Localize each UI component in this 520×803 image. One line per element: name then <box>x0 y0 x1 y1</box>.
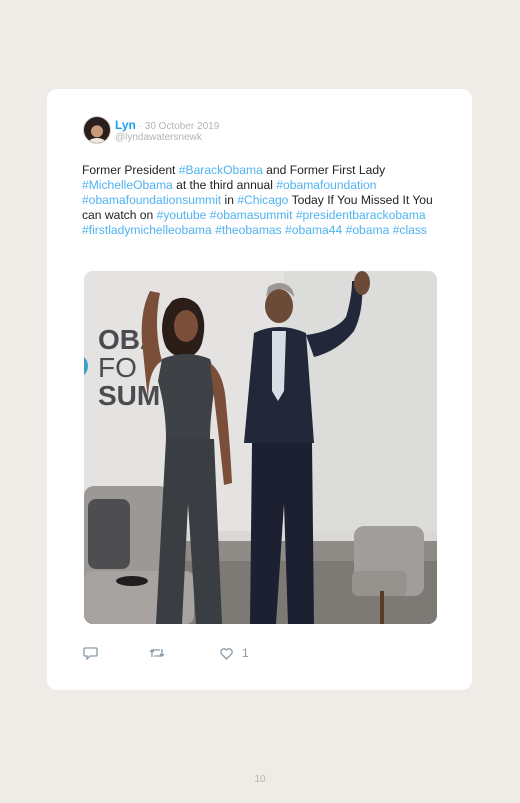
tweet-header: Lyn · 30 October 2019 <box>115 118 219 132</box>
backdrop-text-3: SUM <box>98 380 160 411</box>
hashtag-link[interactable]: #firstladymichelleobama <box>82 223 212 237</box>
separator: · <box>135 121 145 132</box>
hashtag-link[interactable]: #obamasummit <box>210 208 293 222</box>
avatar[interactable] <box>83 116 111 144</box>
tweet-text-segment: and Former First Lady <box>262 163 386 177</box>
hashtag-link[interactable]: #youtube <box>157 208 207 222</box>
like-count: 1 <box>242 646 249 660</box>
hashtag-link[interactable]: #MichelleObama <box>82 178 173 192</box>
heart-icon <box>219 647 234 660</box>
hashtag-link[interactable]: #BarackObama <box>179 163 263 177</box>
tweet-text-segment: at the third annual <box>172 178 277 192</box>
like-button[interactable]: 1 <box>219 646 249 660</box>
tweet-text: Former President #BarackObama and Former… <box>82 163 442 238</box>
hashtag-link[interactable]: #theobamas <box>215 223 282 237</box>
reply-icon <box>83 646 98 660</box>
retweet-button[interactable] <box>149 646 165 660</box>
tweet-date[interactable]: 30 October 2019 <box>145 121 220 132</box>
hashtag-link[interactable]: #presidentbarackobama <box>296 208 426 222</box>
tweet-actions: 1 <box>83 646 383 664</box>
tweet-text-segment: in <box>221 193 238 207</box>
retweet-icon <box>149 646 165 660</box>
tweet-text-segment: Former President <box>82 163 179 177</box>
hashtag-link[interactable]: #obamafoundation <box>276 178 376 192</box>
hashtag-link[interactable]: #class <box>393 223 427 237</box>
reply-button[interactable] <box>83 646 98 660</box>
hashtag-link[interactable]: #obamafoundationsummit <box>82 193 221 207</box>
user-handle[interactable]: @lyndawatersnewk <box>115 132 202 143</box>
tweet-card: Lyn · 30 October 2019 @lyndawatersnewk F… <box>47 89 472 690</box>
hashtag-link[interactable]: #obama44 <box>285 223 342 237</box>
tweet-photo[interactable]: OBA FO SUM <box>84 271 437 624</box>
hashtag-link[interactable]: #Chicago <box>237 193 288 207</box>
page-number: 10 <box>254 774 266 785</box>
user-name[interactable]: Lyn <box>115 118 136 132</box>
backdrop-text-2: FO <box>98 352 137 383</box>
hashtag-link[interactable]: #obama <box>346 223 390 237</box>
